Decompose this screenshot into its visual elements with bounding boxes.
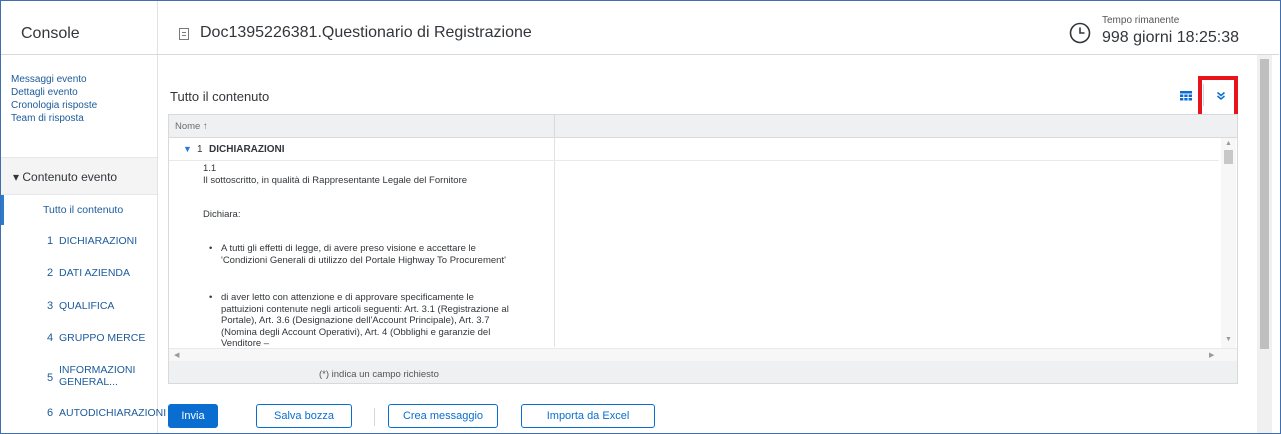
table-view-icon[interactable] <box>1180 91 1192 101</box>
collapse-triangle-icon[interactable]: ▼ <box>183 144 192 154</box>
item-number: 1.1 <box>203 163 217 174</box>
column-header-name[interactable]: Nome ↑ <box>175 121 208 132</box>
nav-item-label: DICHIARAZIONI <box>59 235 138 247</box>
bullet-dot: • <box>209 243 213 254</box>
time-remaining-value: 998 giorni 18:25:38 <box>1102 29 1239 46</box>
console-title: Console <box>21 25 80 42</box>
left-navigation: Messaggi evento Dettagli evento Cronolog… <box>1 55 166 433</box>
bullet-text: A tutti gli effetti di legge, di avere p… <box>221 243 506 266</box>
time-remaining-label: Tempo rimanente <box>1102 15 1180 26</box>
link-event-details[interactable]: Dettagli evento <box>11 86 97 99</box>
content-title: Tutto il contenuto <box>170 89 270 104</box>
bullet-text: di aver letto con attenzione e di approv… <box>221 292 509 349</box>
link-event-messages[interactable]: Messaggi evento <box>11 73 97 86</box>
import-excel-button[interactable]: Importa da Excel <box>521 404 655 428</box>
event-links: Messaggi evento Dettagli evento Cronolog… <box>11 73 97 125</box>
required-field-note: (*) indica un campo richiesto <box>319 369 439 380</box>
header-divider <box>157 1 158 54</box>
nav-item-label: GRUPPO MERCE <box>59 332 146 344</box>
window-vertical-scrollbar[interactable] <box>1257 55 1272 433</box>
scroll-up-icon[interactable]: ▲ <box>1225 140 1232 147</box>
bullet-dot: • <box>209 292 213 303</box>
nav-item-all-content[interactable]: Tutto il contenuto <box>1 195 157 225</box>
column-divider <box>554 115 555 137</box>
table-header-row: Nome ↑ <box>169 115 1237 138</box>
section-label: DICHIARAZIONI <box>209 144 285 155</box>
nav-item-number: 6 <box>47 407 54 419</box>
table-horizontal-scrollbar[interactable]: ◀ ▶ <box>169 348 1237 361</box>
section-number: 1 <box>197 144 203 155</box>
button-separator <box>374 408 375 426</box>
nav-item-label: AUTODICHIARAZIONI <box>59 407 167 419</box>
document-title: Doc1395226381.Questionario di Registrazi… <box>200 24 532 41</box>
clock-icon <box>1069 22 1091 44</box>
nav-item-label: DATI AZIENDA <box>59 267 130 279</box>
nav-item-number: 3 <box>47 300 54 312</box>
column-divider <box>554 137 555 347</box>
nav-item-label: QUALIFICA <box>59 300 115 312</box>
event-content-section[interactable]: ▾ Contenuto evento <box>1 157 157 195</box>
scroll-right-icon[interactable]: ▶ <box>1209 351 1214 359</box>
link-response-history[interactable]: Cronologia risposte <box>11 99 97 112</box>
event-content-label: ▾ Contenuto evento <box>13 170 118 184</box>
submit-button[interactable]: Invia <box>168 404 218 428</box>
save-draft-button[interactable]: Salva bozza <box>256 404 352 428</box>
header-bar: Console Doc1395226381.Questionario di Re… <box>1 1 1279 55</box>
item-text: Il sottoscritto, in qualità di Rappresen… <box>203 175 468 186</box>
nav-item-number: 1 <box>47 235 54 247</box>
link-response-team[interactable]: Team di risposta <box>11 112 97 125</box>
nav-item-number: 2 <box>47 267 54 279</box>
table-footer: (*) indica un campo richiesto <box>169 361 1237 383</box>
scroll-down-icon[interactable]: ▼ <box>1225 336 1232 343</box>
scroll-left-icon[interactable]: ◀ <box>174 351 179 359</box>
window-scrollbar-thumb[interactable] <box>1260 59 1269 349</box>
content-table: Nome ↑ ▼ 1 DICHIARAZIONI 1.1 Il sottoscr… <box>168 114 1238 384</box>
nav-item-label: Tutto il contenuto <box>43 204 124 216</box>
nav-item-number: 5 <box>47 372 54 384</box>
declares-label: Dichiara: <box>203 209 241 220</box>
nav-item-label: INFORMAZIONI GENERAL... <box>59 364 136 388</box>
table-vertical-scrollbar[interactable]: ▲ ▼ <box>1221 138 1236 348</box>
nav-item-number: 4 <box>47 332 54 344</box>
scrollbar-thumb[interactable] <box>1224 150 1233 164</box>
document-icon <box>179 28 189 40</box>
create-message-button[interactable]: Crea messaggio <box>388 404 498 428</box>
section-row-dichiarazioni[interactable]: ▼ 1 DICHIARAZIONI <box>169 138 1219 161</box>
